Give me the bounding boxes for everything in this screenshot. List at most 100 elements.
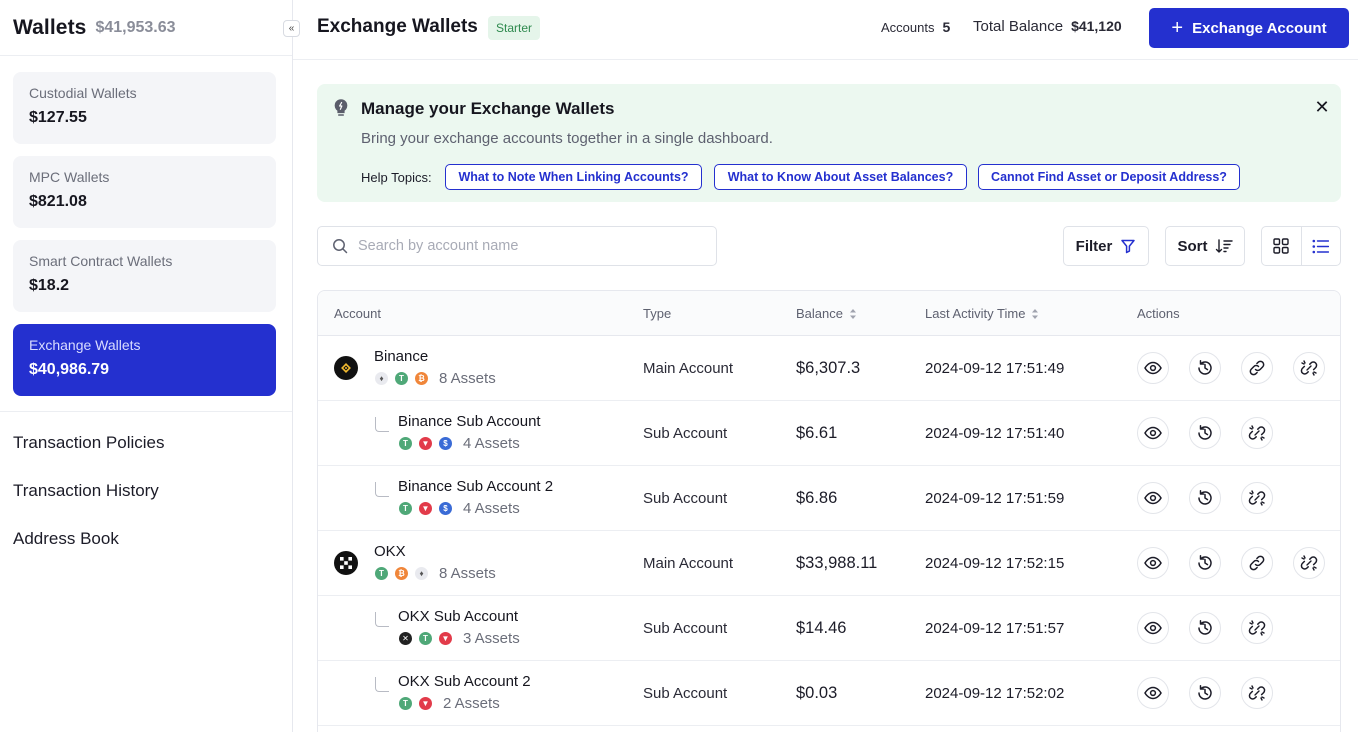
sidebar-title: Wallets xyxy=(13,15,87,39)
close-icon[interactable]: ✕ xyxy=(1313,98,1331,116)
history-button[interactable] xyxy=(1189,417,1221,449)
sidebar-link-transaction-policies[interactable]: Transaction Policies xyxy=(13,433,165,453)
history-button[interactable] xyxy=(1189,482,1221,514)
table-row[interactable]: OKX T ₿ ♦ 8 Assets Main Account $33,988.… xyxy=(318,531,1340,596)
eye-icon xyxy=(1144,491,1162,505)
help-topic-asset-balances[interactable]: What to Know About Asset Balances? xyxy=(714,164,967,190)
search-box[interactable] xyxy=(317,226,717,266)
assets-count: 4 Assets xyxy=(463,435,520,452)
last-activity-time: 2024-09-12 17:51:59 xyxy=(925,490,1065,507)
tether-coin-icon: T xyxy=(418,631,433,646)
view-button[interactable] xyxy=(1137,677,1169,709)
account-name[interactable]: OKX Sub Account 2 xyxy=(398,673,531,690)
view-button[interactable] xyxy=(1137,547,1169,579)
view-button[interactable] xyxy=(1137,482,1169,514)
history-icon xyxy=(1198,360,1212,375)
tron-coin-icon: ▼ xyxy=(418,436,433,451)
account-name[interactable]: OKX Sub Account xyxy=(398,608,518,625)
sidebar-header: Wallets $41,953.63 « xyxy=(0,0,300,56)
sidebar-divider xyxy=(0,411,292,412)
account-type: Main Account xyxy=(643,360,734,377)
filter-button[interactable]: Filter xyxy=(1063,226,1149,266)
account-name[interactable]: Binance Sub Account xyxy=(398,413,541,430)
sidebar-link-address-book[interactable]: Address Book xyxy=(13,529,119,549)
wallet-card-mpc[interactable]: MPC Wallets $821.08 xyxy=(13,156,276,228)
list-view-button[interactable] xyxy=(1300,227,1340,265)
bulb-icon xyxy=(334,99,348,116)
wallet-card-amount: $127.55 xyxy=(29,109,87,126)
search-input[interactable] xyxy=(358,238,688,254)
wallet-card-amount: $821.08 xyxy=(29,193,87,210)
unlink-icon xyxy=(1248,620,1266,636)
help-topic-deposit-address[interactable]: Cannot Find Asset or Deposit Address? xyxy=(978,164,1240,190)
tether-coin-icon: T xyxy=(394,371,409,386)
tether-coin-icon: T xyxy=(374,566,389,581)
asset-list: T ▼ 2 Assets xyxy=(398,695,500,712)
history-icon xyxy=(1198,685,1212,700)
add-exchange-account-button[interactable]: + Exchange Account xyxy=(1149,8,1349,48)
history-icon xyxy=(1198,620,1212,635)
last-activity-time: 2024-09-12 17:52:15 xyxy=(925,555,1065,572)
view-button[interactable] xyxy=(1137,352,1169,384)
table-row[interactable]: OKX Sub Account 2 T ▼ 2 Assets Sub Accou… xyxy=(318,661,1340,726)
account-type: Sub Account xyxy=(643,490,728,507)
column-header-actions: Actions xyxy=(1137,306,1180,321)
assets-count: 4 Assets xyxy=(463,500,520,517)
asset-list: ✕ T ▼ 3 Assets xyxy=(398,630,520,647)
history-icon xyxy=(1198,555,1212,570)
collapse-sidebar-button[interactable]: « xyxy=(283,20,300,37)
unlink-button[interactable] xyxy=(1241,612,1273,644)
tree-connector xyxy=(375,417,389,432)
link-icon xyxy=(1249,360,1265,376)
wallet-card-exchange[interactable]: Exchange Wallets $40,986.79 xyxy=(13,324,276,396)
table-row[interactable]: Binance Sub Account T ▼ $ 4 Assets Sub A… xyxy=(318,401,1340,466)
link-button[interactable] xyxy=(1241,352,1273,384)
account-name[interactable]: Binance xyxy=(374,348,428,365)
sidebar-link-transaction-history[interactable]: Transaction History xyxy=(13,481,159,501)
eye-icon xyxy=(1144,556,1162,570)
column-header-last-activity[interactable]: Last Activity Time xyxy=(925,306,1039,321)
column-header-balance[interactable]: Balance xyxy=(796,306,857,321)
account-name[interactable]: Binance Sub Account 2 xyxy=(398,478,553,495)
table-row[interactable]: OKX Sub Account ✕ T ▼ 3 Assets Sub Accou… xyxy=(318,596,1340,661)
table-row[interactable]: Binance ♦ T ₿ 8 Assets Main Account $6,3… xyxy=(318,336,1340,401)
unlink-icon xyxy=(1248,685,1266,701)
link-button[interactable] xyxy=(1241,547,1273,579)
account-balance: $6,307.3 xyxy=(796,359,861,377)
asset-list: T ₿ ♦ 8 Assets xyxy=(374,565,496,582)
bitcoin-coin-icon: ₿ xyxy=(414,371,429,386)
info-banner: Manage your Exchange Wallets ✕ Bring you… xyxy=(317,84,1341,202)
history-button[interactable] xyxy=(1189,612,1221,644)
sort-button[interactable]: Sort xyxy=(1165,226,1245,266)
help-topics-label: Help Topics: xyxy=(361,170,432,185)
view-button[interactable] xyxy=(1137,612,1169,644)
unlink-button[interactable] xyxy=(1241,677,1273,709)
account-balance: $14.46 xyxy=(796,619,847,637)
unlink-button[interactable] xyxy=(1293,352,1325,384)
total-balance-label: Total Balance xyxy=(973,18,1064,35)
sort-icon xyxy=(1215,239,1233,253)
table-row[interactable]: Binance Sub Account 2 T ▼ $ 4 Assets Sub… xyxy=(318,466,1340,531)
wallet-card-label: Custodial Wallets xyxy=(29,85,137,101)
view-button[interactable] xyxy=(1137,417,1169,449)
history-icon xyxy=(1198,490,1212,505)
unlink-button[interactable] xyxy=(1293,547,1325,579)
unlink-button[interactable] xyxy=(1241,482,1273,514)
column-header-type: Type xyxy=(643,306,672,321)
accounts-label: Accounts xyxy=(881,20,935,35)
history-button[interactable] xyxy=(1189,352,1221,384)
account-name[interactable]: OKX xyxy=(374,543,406,560)
wallet-card-custodial[interactable]: Custodial Wallets $127.55 xyxy=(13,72,276,144)
account-type: Sub Account xyxy=(643,685,728,702)
wallet-card-label: MPC Wallets xyxy=(29,169,110,185)
history-button[interactable] xyxy=(1189,547,1221,579)
wallet-card-smart-contract[interactable]: Smart Contract Wallets $18.2 xyxy=(13,240,276,312)
eye-icon xyxy=(1144,361,1162,375)
wallet-card-label: Exchange Wallets xyxy=(29,337,141,353)
eth-coin-icon: ♦ xyxy=(414,566,429,581)
help-topic-linking-accounts[interactable]: What to Note When Linking Accounts? xyxy=(445,164,702,190)
history-button[interactable] xyxy=(1189,677,1221,709)
binance-logo xyxy=(334,356,358,380)
grid-view-button[interactable] xyxy=(1262,227,1301,265)
unlink-button[interactable] xyxy=(1241,417,1273,449)
